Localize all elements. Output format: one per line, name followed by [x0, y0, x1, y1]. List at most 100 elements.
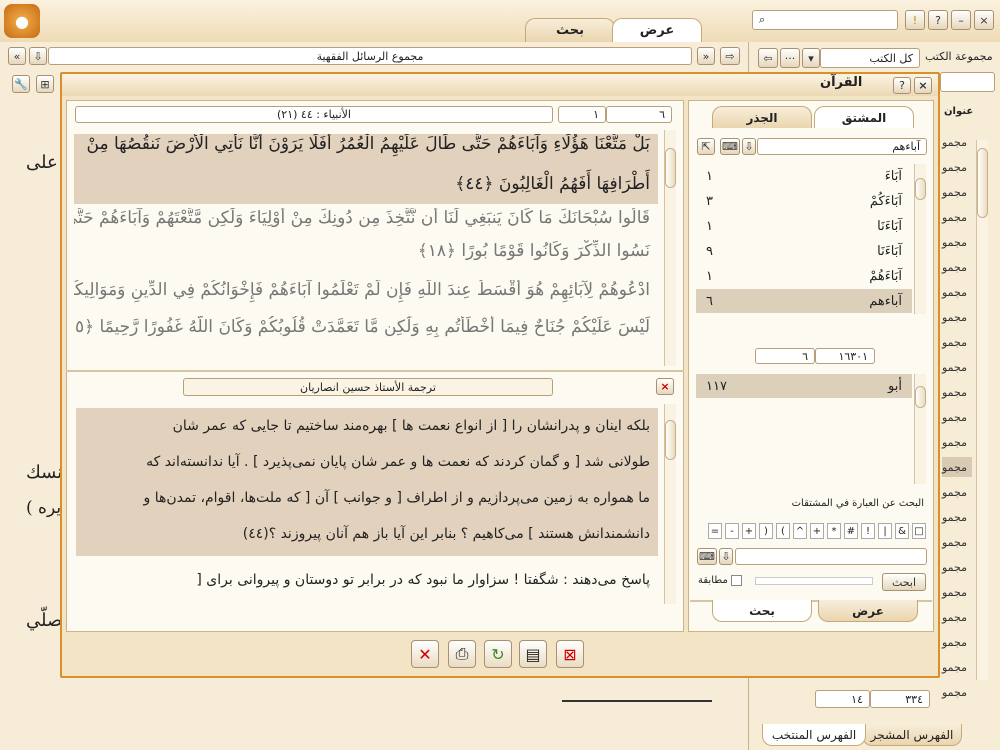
collection-item[interactable]: مجمو	[942, 182, 972, 202]
derived-row[interactable]: ١ آبَاءَهُمْ	[696, 264, 912, 288]
tab-view[interactable]: عرض	[612, 18, 702, 42]
tool-wrench-icon[interactable]: 🔧	[12, 75, 30, 93]
delete-tray-icon[interactable]: ⊠	[556, 640, 584, 668]
tool-grid-icon[interactable]: ⊞	[36, 75, 54, 93]
translation-scrollbar[interactable]	[664, 404, 676, 604]
collections-filter-input[interactable]	[940, 72, 995, 92]
collection-item[interactable]: مجمو	[942, 132, 972, 152]
phrase-download-icon[interactable]: ⇩	[719, 548, 733, 565]
minimize-button[interactable]: –	[951, 10, 971, 30]
derived-scrollbar[interactable]	[914, 164, 926, 314]
operator-button[interactable]: +	[742, 523, 756, 539]
search-button[interactable]: ابحث	[882, 573, 926, 591]
quran-scrollbar[interactable]	[664, 130, 676, 366]
collections-dropdown-icon[interactable]: ▾	[802, 48, 820, 68]
tab-fahras-mushajjar[interactable]: الفهرس المشجر	[862, 724, 962, 746]
collection-item[interactable]: مجمو	[942, 507, 972, 527]
tab-search[interactable]: بحث	[525, 18, 615, 42]
collection-item[interactable]: مجمو	[942, 307, 972, 327]
collection-item[interactable]: مجمو	[942, 282, 972, 302]
derived-row[interactable]: ١ آبَاءَ	[696, 164, 912, 188]
tab-root[interactable]: الجذر	[712, 106, 812, 128]
collection-item[interactable]: مجمو	[942, 257, 972, 277]
collection-item[interactable]: مجمو	[942, 632, 972, 652]
phrase-search-input[interactable]	[735, 548, 927, 565]
search-icon: ⌕	[759, 13, 766, 26]
download-arrow-icon[interactable]: ⇩	[742, 138, 756, 155]
export-icon[interactable]: ⇱	[697, 138, 715, 155]
derived-row[interactable]: ٣ آبَاءَكُمْ	[696, 189, 912, 213]
bg-text-1: على	[26, 152, 58, 173]
operator-button[interactable]: )	[759, 523, 773, 539]
collection-item[interactable]: مجمو	[942, 457, 972, 477]
side-tab-view[interactable]: عرض	[818, 600, 918, 622]
derived-word: آبَاءَكُمْ	[869, 193, 902, 209]
collection-item[interactable]: مجمو	[942, 232, 972, 252]
collection-item[interactable]: مجمو	[942, 357, 972, 377]
collection-item[interactable]: مجمو	[942, 532, 972, 552]
operator-button[interactable]: &	[895, 523, 909, 539]
root-scrollbar[interactable]	[914, 374, 926, 484]
collection-item[interactable]: مجمو	[942, 482, 972, 502]
match-checkbox[interactable]	[730, 575, 742, 586]
refresh-icon[interactable]: ↻	[484, 640, 512, 668]
translation-close-button[interactable]: ×	[656, 378, 674, 395]
collection-item[interactable]: مجمو	[942, 407, 972, 427]
operator-button[interactable]: #	[844, 523, 858, 539]
top-search-input[interactable]: ⌕	[752, 10, 898, 30]
collection-item[interactable]: مجمو	[942, 432, 972, 452]
expand-icon[interactable]: »	[697, 47, 715, 65]
keyboard-icon[interactable]: ⌨	[720, 138, 740, 155]
collection-item[interactable]: مجمو	[942, 557, 972, 577]
derived-search-input[interactable]: آباءهم	[757, 138, 927, 155]
window-help-button[interactable]: ?	[893, 77, 911, 94]
operator-button[interactable]: *	[827, 523, 841, 539]
collection-item[interactable]: مجمو	[942, 682, 972, 702]
collections-more-icon[interactable]: ···	[780, 48, 800, 68]
root-count: ١١٧	[706, 378, 727, 394]
page-number-field[interactable]: ٦	[606, 106, 672, 123]
sura-field: (٢١) الأنبياء : ٤٤	[75, 106, 553, 123]
collection-item[interactable]: مجمو	[942, 157, 972, 177]
collections-scrollbar[interactable]	[976, 140, 988, 680]
operator-button[interactable]: -	[725, 523, 739, 539]
operator-button[interactable]: ^	[793, 523, 807, 539]
ayah-number-field[interactable]: ١	[558, 106, 606, 123]
tab-derived[interactable]: المشتق	[814, 106, 914, 128]
operator-button[interactable]: □	[912, 523, 926, 539]
collections-back-icon[interactable]: ⇦	[758, 48, 778, 68]
download-icon[interactable]: ⇩	[29, 47, 47, 65]
collection-item[interactable]: مجمو	[942, 382, 972, 402]
collection-item[interactable]: مجمو	[942, 657, 972, 677]
panel-splitter[interactable]	[66, 370, 684, 372]
keyboard-small-icon[interactable]: ⌨	[697, 548, 717, 565]
tab-fahras-muntakhab[interactable]: الفهرس المنتخب	[762, 724, 866, 746]
derived-row[interactable]: ٩ آبَاءَنَا	[696, 239, 912, 263]
collection-item[interactable]: مجمو	[942, 207, 972, 227]
print-icon[interactable]: ⎙	[448, 640, 476, 668]
close-x-icon[interactable]: ✕	[411, 640, 439, 668]
side-tab-search[interactable]: بحث	[712, 600, 812, 622]
operator-button[interactable]: +	[810, 523, 824, 539]
close-app-button[interactable]: ×	[974, 10, 994, 30]
document-icon[interactable]: ▤	[519, 640, 547, 668]
window-close-button[interactable]: ×	[914, 77, 932, 94]
derived-row[interactable]: ٦ آباءهم	[696, 289, 912, 313]
match-checkbox-label[interactable]: مطابقة	[698, 575, 742, 586]
collections-select[interactable]: كل الكتب	[820, 48, 920, 68]
nav-forward-arrow[interactable]: «	[8, 47, 26, 65]
operator-button[interactable]: =	[708, 523, 722, 539]
operator-button[interactable]: !	[861, 523, 875, 539]
operator-button[interactable]: |	[878, 523, 892, 539]
operator-button[interactable]: (	[776, 523, 790, 539]
derived-row[interactable]: ١ آبَاءَنَا	[696, 214, 912, 238]
root-row[interactable]: ١١٧ أبو	[696, 374, 912, 398]
alert-button[interactable]: !	[905, 10, 925, 30]
collection-item[interactable]: مجمو	[942, 332, 972, 352]
app-logo[interactable]: ●	[4, 4, 40, 38]
help-button[interactable]: ?	[928, 10, 948, 30]
collection-item[interactable]: مجمو	[942, 582, 972, 602]
next-arrow-icon[interactable]: ⇨	[720, 47, 740, 65]
bg-text-3: يره )	[26, 498, 62, 518]
collection-item[interactable]: مجمو	[942, 607, 972, 627]
